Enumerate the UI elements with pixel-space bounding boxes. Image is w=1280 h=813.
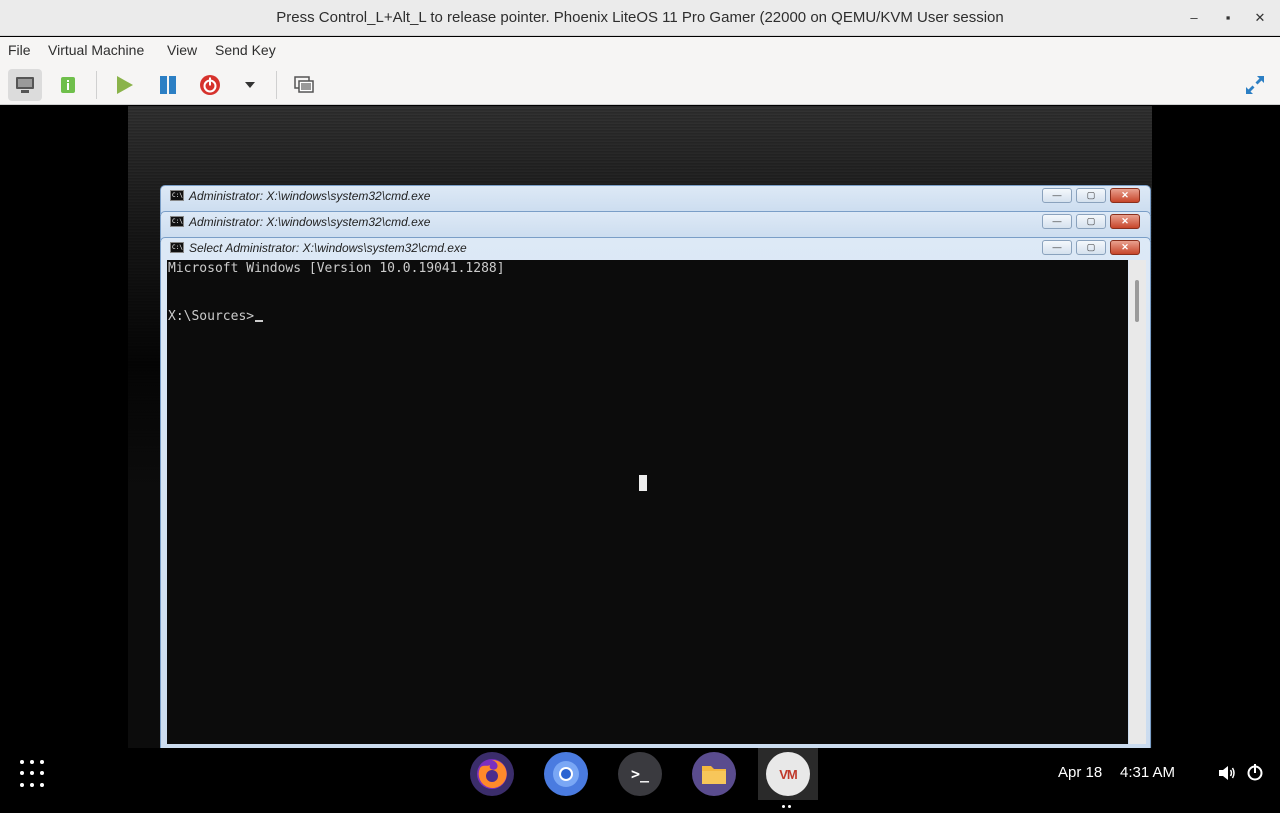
- power-icon: [200, 75, 220, 95]
- menu-send-key[interactable]: Send Key: [215, 42, 276, 58]
- cmd-close-button[interactable]: ✕: [1110, 240, 1140, 255]
- shutdown-menu-button[interactable]: [233, 69, 267, 101]
- cmd-minimize-button[interactable]: —: [1042, 214, 1072, 229]
- cmd-maximize-button[interactable]: ▢: [1076, 214, 1106, 229]
- details-view-button[interactable]: [51, 69, 85, 101]
- fullscreen-button[interactable]: [1238, 69, 1272, 101]
- cmd-minimize-button[interactable]: —: [1042, 188, 1072, 203]
- date-label[interactable]: Apr 18: [1058, 764, 1102, 781]
- cmd-close-button[interactable]: ✕: [1110, 188, 1140, 203]
- volume-icon[interactable]: [1218, 764, 1236, 787]
- cmd-maximize-button[interactable]: ▢: [1076, 188, 1106, 203]
- vm-display[interactable]: C:\ Administrator: X:\windows\system32\c…: [128, 106, 1152, 748]
- console-line: Microsoft Windows [Version 10.0.19041.12…: [168, 261, 505, 276]
- dock-files[interactable]: [692, 752, 736, 796]
- mouse-pointer: [639, 475, 647, 491]
- info-icon: [61, 77, 75, 93]
- firefox-icon: [477, 759, 507, 789]
- cmd-window-title: Select Administrator: X:\windows\system3…: [189, 241, 467, 255]
- taskbar: >_ VM Apr 18 4:31 AM: [0, 748, 1280, 808]
- snapshot-icon: [294, 76, 314, 93]
- fullscreen-icon: [1246, 76, 1264, 94]
- dropdown-arrow-icon: [245, 82, 255, 88]
- cmd-minimize-button[interactable]: —: [1042, 240, 1072, 255]
- menu-virtual-machine[interactable]: Virtual Machine: [48, 42, 144, 58]
- text-cursor: [255, 320, 264, 322]
- maximize-button[interactable]: ▪: [1218, 8, 1238, 28]
- toolbar: [0, 65, 1280, 105]
- terminal-icon: >_: [630, 765, 650, 783]
- play-icon: [117, 76, 133, 94]
- dock-virt-manager[interactable]: VM: [766, 752, 810, 796]
- dock-chromium[interactable]: [544, 752, 588, 796]
- running-indicator: [782, 795, 794, 808]
- cmd-scrollbar[interactable]: [1129, 260, 1146, 744]
- console-prompt: X:\Sources>: [168, 309, 255, 324]
- toolbar-separator: [276, 71, 277, 99]
- app-grid-icon[interactable]: [20, 760, 48, 788]
- dock-terminal[interactable]: >_: [618, 752, 662, 796]
- console-view-button[interactable]: [8, 69, 42, 101]
- menu-bar: File Virtual Machine View Send Key: [0, 37, 1280, 65]
- power-menu-icon[interactable]: [1246, 763, 1264, 786]
- close-button[interactable]: ✕: [1250, 8, 1270, 28]
- dock-firefox[interactable]: [470, 752, 514, 796]
- window-titlebar: Press Control_L+Alt_L to release pointer…: [0, 0, 1280, 36]
- cmd-icon: C:\: [170, 242, 184, 253]
- cmd-icon: C:\: [170, 190, 184, 201]
- console-prompt-line: X:\Sources>: [168, 309, 264, 324]
- scrollbar-thumb[interactable]: [1135, 280, 1139, 322]
- shutdown-button[interactable]: [193, 69, 227, 101]
- window-title: Press Control_L+Alt_L to release pointer…: [276, 9, 1004, 26]
- chromium-icon: [553, 761, 579, 787]
- menu-view[interactable]: View: [167, 42, 197, 58]
- cmd-window-title: Administrator: X:\windows\system32\cmd.e…: [189, 189, 431, 203]
- cmd-window-active[interactable]: C:\ Select Administrator: X:\windows\sys…: [160, 237, 1151, 748]
- minimize-button[interactable]: –: [1184, 8, 1204, 28]
- toolbar-separator: [96, 71, 97, 99]
- pause-icon: [160, 76, 176, 94]
- folder-icon: [702, 766, 726, 784]
- cmd-maximize-button[interactable]: ▢: [1076, 240, 1106, 255]
- snapshots-button[interactable]: [287, 69, 321, 101]
- cmd-console[interactable]: Microsoft Windows [Version 10.0.19041.12…: [167, 260, 1128, 744]
- vm-icon: VM: [779, 766, 797, 782]
- run-button[interactable]: [107, 69, 141, 101]
- pause-button[interactable]: [151, 69, 185, 101]
- cmd-close-button[interactable]: ✕: [1110, 214, 1140, 229]
- cmd-icon: C:\: [170, 216, 184, 227]
- clock-label[interactable]: 4:31 AM: [1120, 764, 1175, 781]
- cmd-window-title: Administrator: X:\windows\system32\cmd.e…: [189, 215, 431, 229]
- menu-file[interactable]: File: [8, 42, 31, 58]
- monitor-icon: [16, 77, 34, 93]
